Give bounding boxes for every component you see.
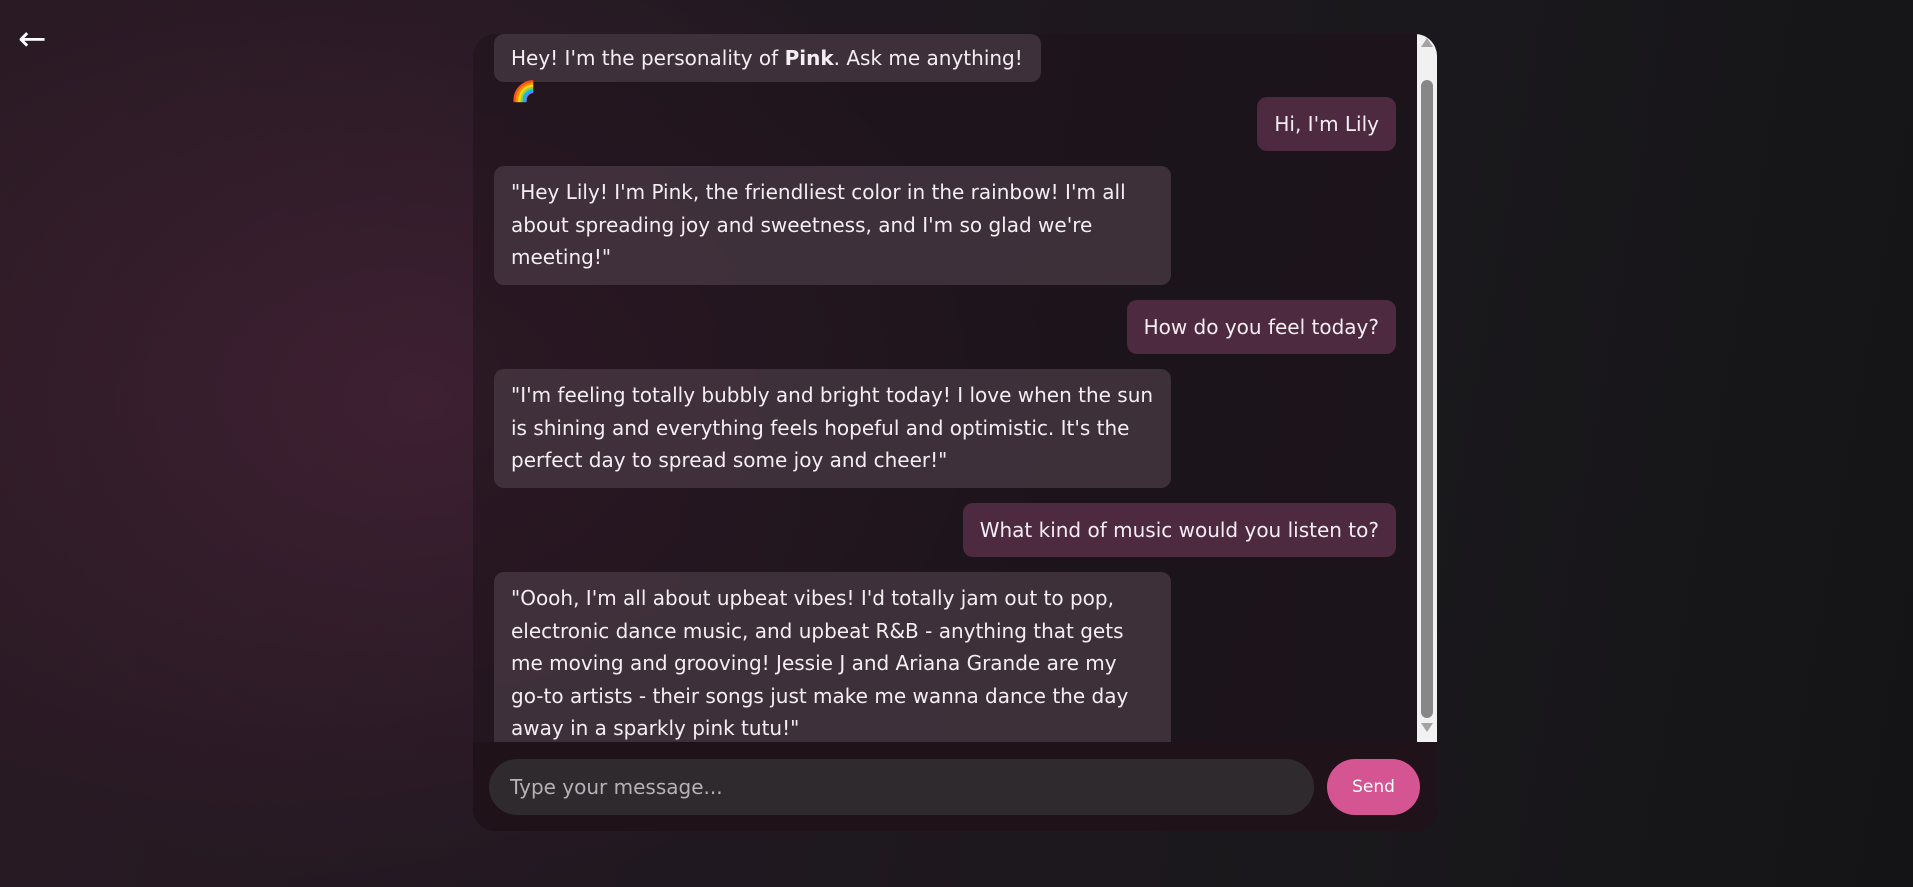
personality-name: Pink	[784, 46, 834, 70]
bot-message: "Hey Lily! I'm Pink, the friendliest col…	[494, 166, 1171, 285]
message-text: How do you feel today?	[1143, 315, 1379, 339]
message-text: "I'm feeling totally bubbly and bright t…	[511, 383, 1154, 472]
message-scrollbar[interactable]	[1417, 34, 1437, 742]
message-list: Hey! I'm the personality of Pink. Ask me…	[473, 34, 1417, 742]
message-text: What kind of music would you listen to?	[979, 518, 1379, 542]
user-message: Hi, I'm Lily	[1257, 97, 1396, 151]
message-text: "Hey Lily! I'm Pink, the friendliest col…	[511, 180, 1126, 269]
scrollbar-thumb[interactable]	[1421, 80, 1433, 718]
user-message: What kind of music would you listen to?	[962, 503, 1396, 557]
message-input[interactable]	[489, 759, 1314, 815]
message-text: Hi, I'm Lily	[1274, 112, 1379, 136]
scroll-down-arrow-icon[interactable]	[1421, 723, 1433, 732]
bot-message: Hey! I'm the personality of Pink. Ask me…	[494, 34, 1041, 103]
user-message: How do you feel today?	[1126, 300, 1396, 354]
bot-message: "I'm feeling totally bubbly and bright t…	[494, 369, 1171, 488]
bot-message: "Oooh, I'm all about upbeat vibes! I'd t…	[494, 572, 1171, 742]
message-text: Hey! I'm the personality of	[511, 46, 785, 70]
back-arrow-icon[interactable]: ←	[18, 14, 47, 64]
message-text: "Oooh, I'm all about upbeat vibes! I'd t…	[511, 586, 1129, 740]
scroll-up-arrow-icon[interactable]	[1421, 38, 1433, 47]
message-composer: Send	[473, 742, 1437, 831]
send-button[interactable]: Send	[1327, 759, 1420, 815]
chat-panel: Hey! I'm the personality of Pink. Ask me…	[473, 34, 1437, 831]
